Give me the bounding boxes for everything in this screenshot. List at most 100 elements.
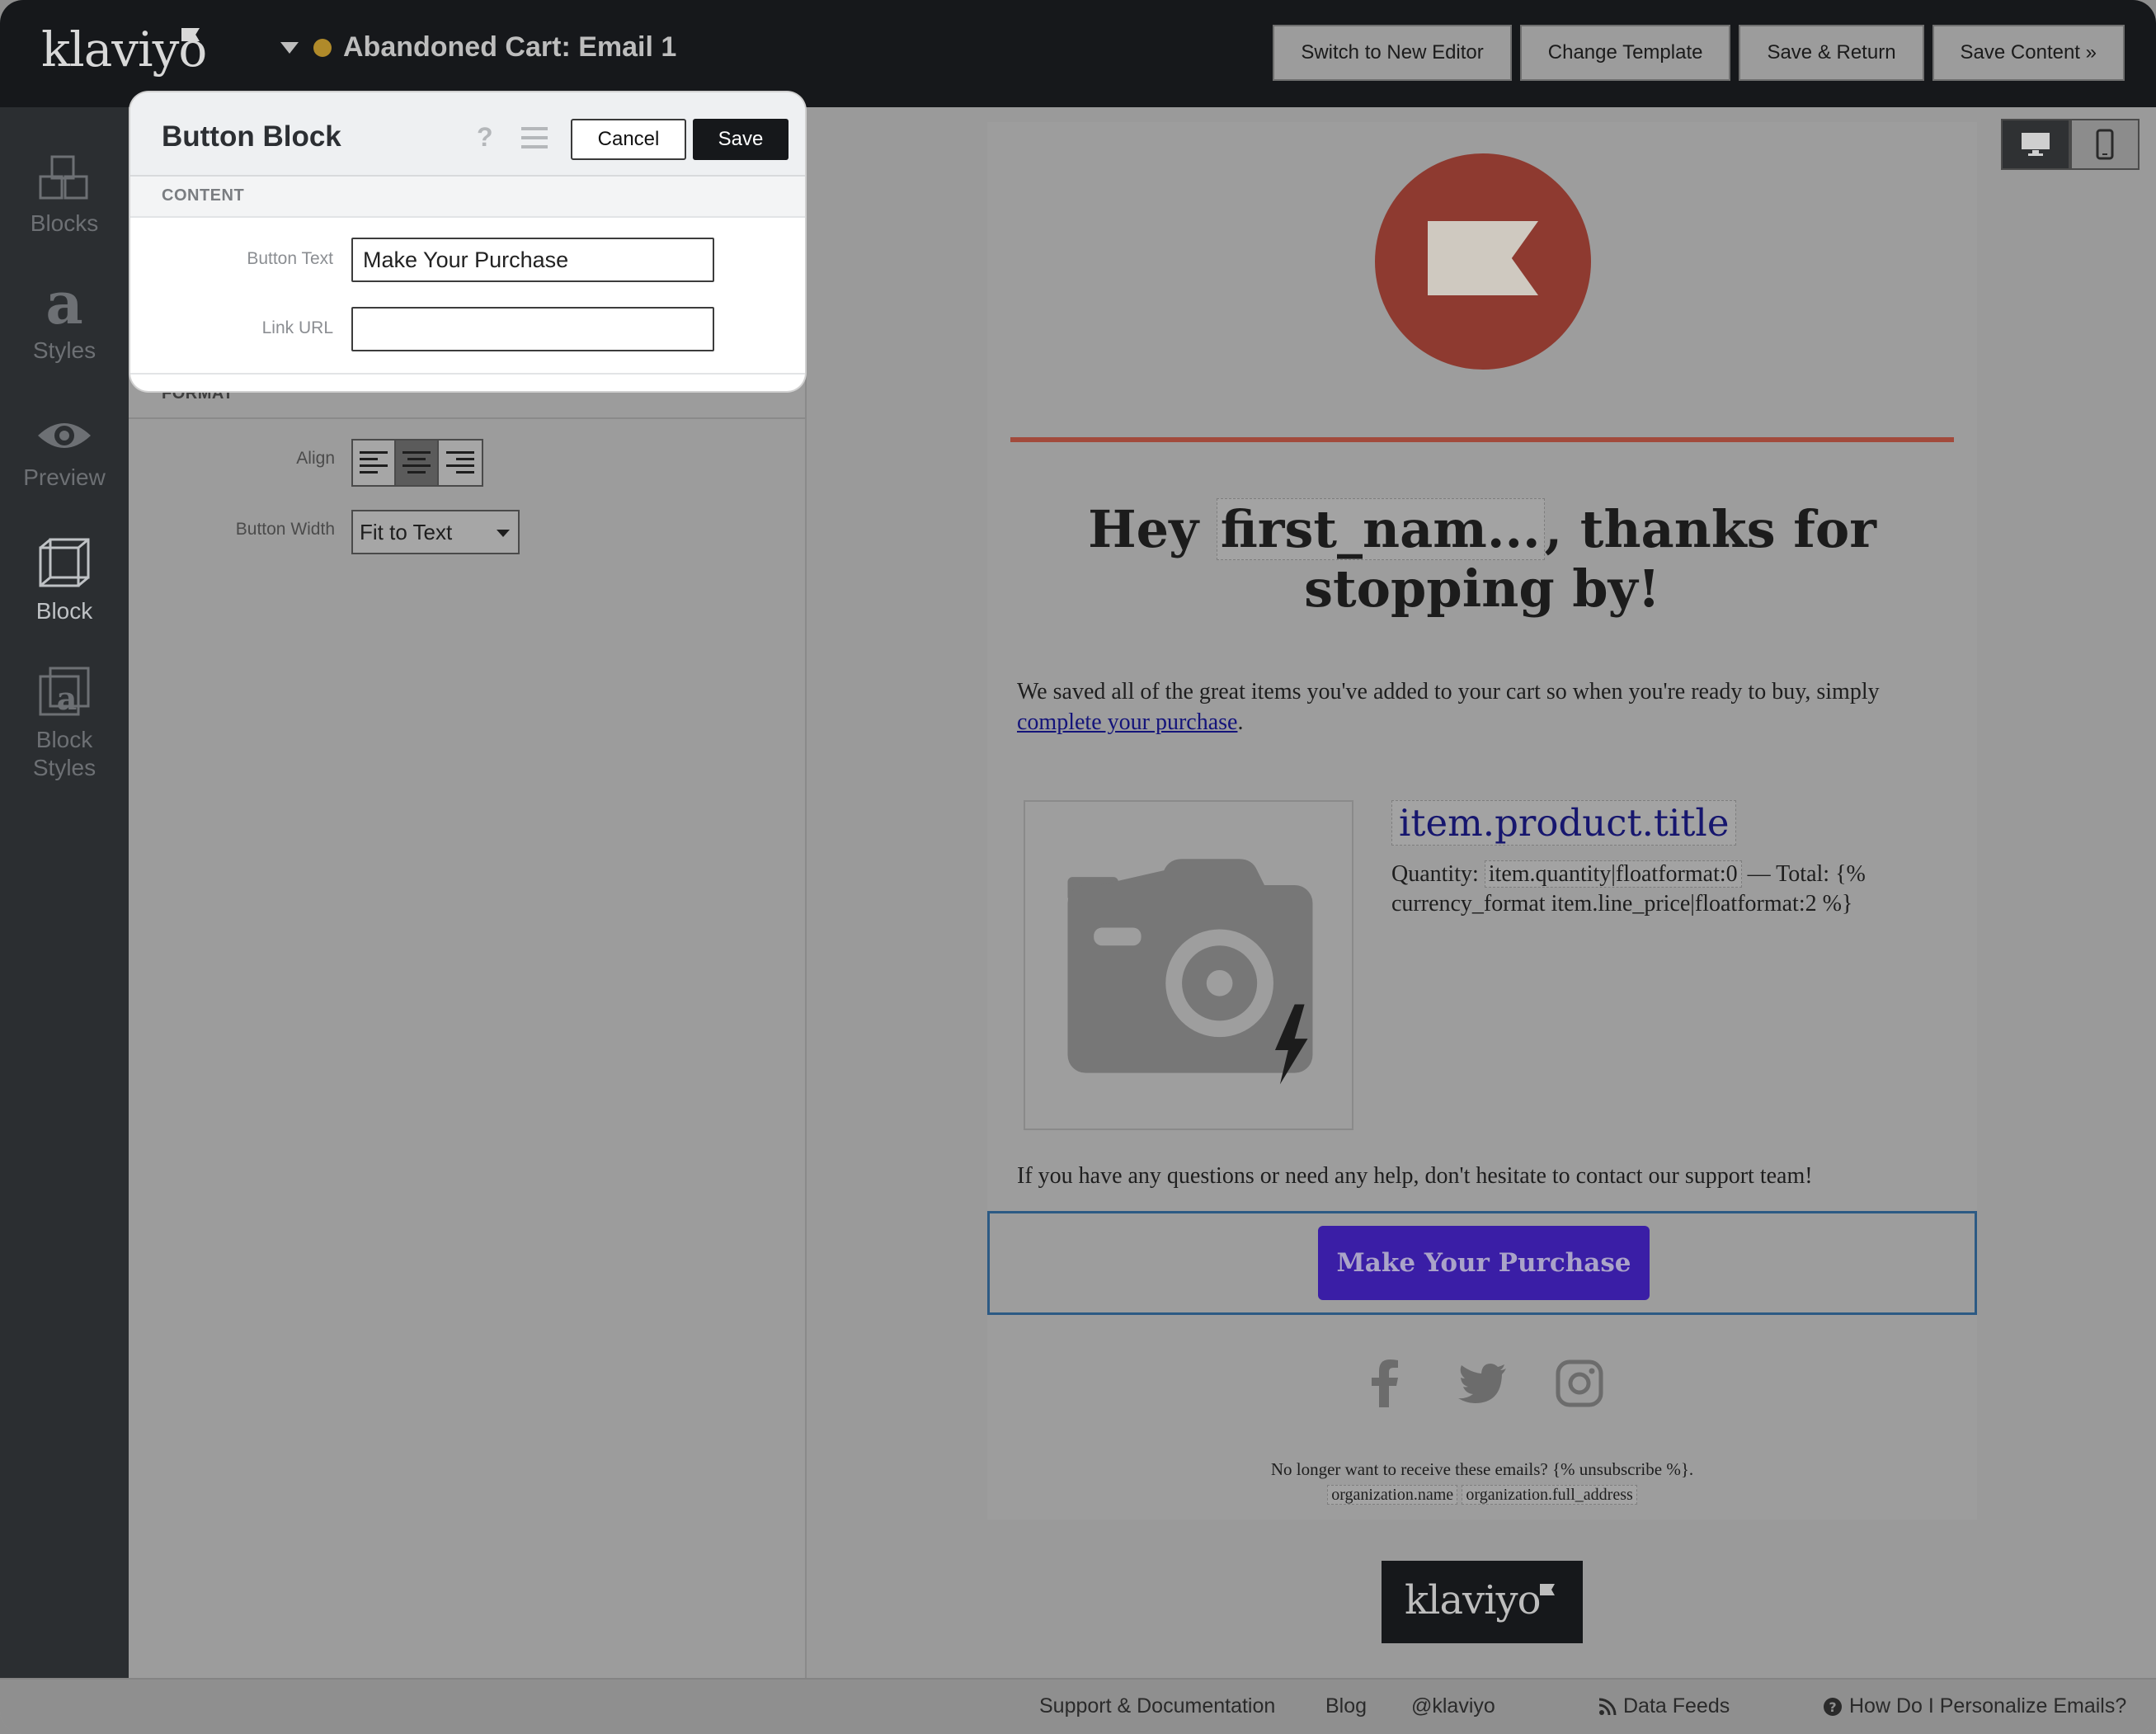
block-cube-icon [39,538,90,587]
button-width-value: Fit to Text [360,520,453,544]
align-button-group [351,439,483,487]
rail-item-preview[interactable]: Preview [0,414,129,492]
help-paragraph[interactable]: If you have any questions or need any he… [1017,1163,1957,1190]
twitter-handle-link[interactable]: @klaviyo [1411,1694,1495,1718]
desktop-icon [2022,133,2050,156]
align-label: Align [296,449,335,468]
product-image[interactable] [1024,800,1353,1130]
button-text-label: Button Text [247,249,333,268]
top-actions: Switch to New Editor Change Template Sav… [1273,25,2125,81]
rail-item-block[interactable]: Block [0,536,129,625]
button-width-label: Button Width [235,520,335,539]
svg-text:?: ? [1829,1699,1836,1715]
unsubscribe-text: No longer want to receive these emails? … [1270,1459,1694,1479]
intro-text: We saved all of the great items you've a… [1017,679,1880,704]
bottom-bar: Support & Documentation Blog @klaviyo Da… [0,1678,2156,1734]
first-name-merge-tag: first_nam... [1216,498,1545,560]
klaviyo-flag-icon [1540,1584,1555,1595]
product-title[interactable]: item.product.title [1391,800,1737,846]
blocks-icon [39,155,88,200]
save-return-button[interactable]: Save & Return [1739,25,1924,81]
cancel-button[interactable]: Cancel [571,119,686,160]
switch-editor-button[interactable]: Switch to New Editor [1273,25,1512,81]
link-url-label: Link URL [261,318,333,337]
facebook-link[interactable] [1361,1359,1409,1407]
complete-purchase-link[interactable]: complete your purchase [1017,709,1237,735]
twitter-icon [1458,1364,1506,1403]
total-label: — Total: [1747,861,1830,887]
help-icon[interactable]: ? [477,122,493,153]
intro-paragraph[interactable]: We saved all of the great items you've a… [1017,676,1949,737]
align-left-button[interactable] [353,441,396,485]
device-toggle [2001,119,2140,170]
svg-text:a: a [45,277,82,330]
rail-item-styles[interactable]: a Styles [0,277,129,365]
personalize-help-link[interactable]: ? How Do I Personalize Emails? [1823,1694,2126,1718]
status-dot [313,38,332,57]
badge-brand: klaviyo [1405,1577,1542,1623]
klaviyo-badge[interactable]: klaviyo [1382,1561,1583,1643]
align-right-icon [446,451,474,474]
email-headline[interactable]: Hey first_nam..., thanks for stopping by… [1020,498,1944,619]
instagram-link[interactable] [1556,1359,1603,1407]
svg-text:a: a [57,680,78,717]
editor-title: Button Block [162,120,341,153]
org-name-merge-tag: organization.name [1327,1485,1458,1505]
headline-pre: Hey [1088,499,1199,559]
menu-icon[interactable] [521,127,548,154]
button-text-input[interactable] [351,238,714,282]
eye-icon [38,423,91,448]
camera-icon [1067,859,1313,1085]
email-title-dropdown[interactable]: Abandoned Cart: Email 1 [280,31,676,64]
email-preview: Hey first_nam..., thanks for stopping by… [987,122,1977,1520]
rail-label: Block [35,598,93,624]
quantity-merge-tag: item.quantity|floatformat:0 [1484,860,1742,888]
instagram-icon [1556,1359,1603,1407]
support-link[interactable]: Support & Documentation [1039,1694,1275,1718]
divider-line [1010,437,1954,442]
button-width-select[interactable]: Fit to Text [351,510,520,554]
rail-label: Blocks [30,210,99,236]
question-circle-icon: ? [1824,1697,1842,1716]
twitter-link[interactable] [1458,1359,1506,1407]
content-section-header: CONTENT [130,177,805,218]
top-bar: klaviyo Abandoned Cart: Email 1 Switch t… [0,0,2156,107]
facebook-icon [1372,1359,1398,1407]
social-links [987,1359,1977,1407]
org-address-merge-tag: organization.full_address [1462,1485,1637,1505]
email-footer[interactable]: No longer want to receive these emails? … [987,1457,1977,1507]
personalize-label: How Do I Personalize Emails? [1849,1694,2127,1718]
rail-item-block-styles[interactable]: a Block Styles [0,665,129,782]
mobile-view-button[interactable] [2070,119,2140,170]
rss-icon [1598,1698,1617,1715]
blog-link[interactable]: Blog [1325,1694,1367,1718]
change-template-button[interactable]: Change Template [1519,25,1731,81]
editor-header: Button Block ? Cancel Save [130,92,805,177]
selected-button-block[interactable]: Make Your Purchase [987,1211,1977,1315]
styles-icon: a [45,277,82,330]
quantity-label: Quantity: [1391,861,1479,887]
link-url-input[interactable] [351,307,714,351]
align-center-icon [402,451,431,474]
align-right-button[interactable] [439,441,482,485]
rail-label: Styles [32,337,97,363]
mobile-icon [2096,129,2114,160]
data-feeds-link[interactable]: Data Feeds [1598,1694,1730,1718]
email-title[interactable]: Abandoned Cart: Email 1 [343,31,676,64]
intro-end: . [1237,709,1244,735]
divider [130,373,805,375]
left-rail: Blocks a Styles Preview Block a Block St… [0,107,129,1679]
align-center-button[interactable] [396,441,439,485]
chevron-down-icon [497,530,510,537]
rail-item-blocks[interactable]: Blocks [0,153,129,238]
button-block-editor: Button Block ? Cancel Save CONTENT Butto… [130,92,805,391]
save-button[interactable]: Save [693,119,788,160]
email-logo[interactable] [1375,153,1591,370]
app-window: klaviyo Abandoned Cart: Email 1 Switch t… [0,0,2156,1734]
align-left-icon [360,451,388,474]
save-content-button[interactable]: Save Content » [1932,25,2125,81]
make-purchase-button[interactable]: Make Your Purchase [1318,1226,1650,1300]
desktop-view-button[interactable] [2001,119,2070,170]
chevron-down-icon[interactable] [280,41,299,54]
content-section-title: CONTENT [162,186,245,205]
